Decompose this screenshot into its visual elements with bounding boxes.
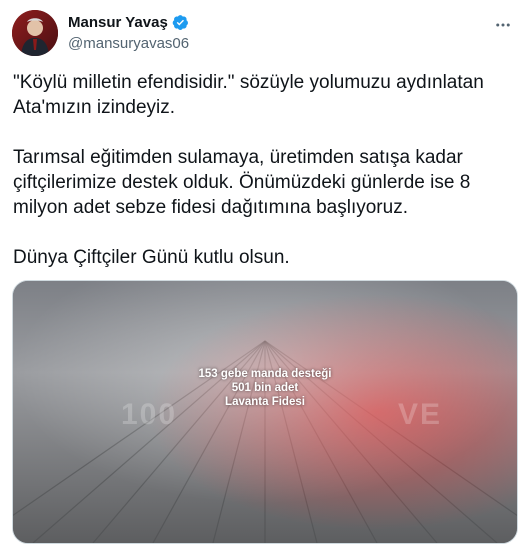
tweet-text: "Köylü milletin efendisidir." sözüyle yo…: [13, 70, 513, 295]
author-display-name[interactable]: Mansur Yavaş: [68, 14, 168, 31]
tweet-paragraph: Tarımsal eğitimden sulamaya, üretimden s…: [13, 147, 471, 218]
avatar[interactable]: [12, 10, 58, 56]
overlay-line: 501 bin adet: [231, 382, 299, 394]
tweet-paragraph: Dünya Çiftçiler Günü kutlu olsun.: [13, 247, 290, 268]
tweet-paragraph: "Köylü milletin efendisidir." sözüyle yo…: [13, 72, 484, 118]
video-media[interactable]: 100 VE 153 gebe manda desteği 501 bin ad…: [12, 280, 518, 544]
tweet-header: Mansur Yavaş @mansuryavas06: [12, 10, 514, 58]
overlay-line: Lavanta Fidesi: [225, 396, 305, 408]
video-overlay-caption: 153 gebe manda desteği 501 bin adet Lava…: [13, 367, 517, 409]
overlay-line: 153 gebe manda desteği: [198, 368, 332, 380]
author-name-row[interactable]: Mansur Yavaş: [68, 14, 189, 31]
author-handle[interactable]: @mansuryavas06: [68, 35, 189, 52]
verified-badge-icon: [172, 14, 189, 31]
more-options-icon[interactable]: [492, 14, 514, 36]
